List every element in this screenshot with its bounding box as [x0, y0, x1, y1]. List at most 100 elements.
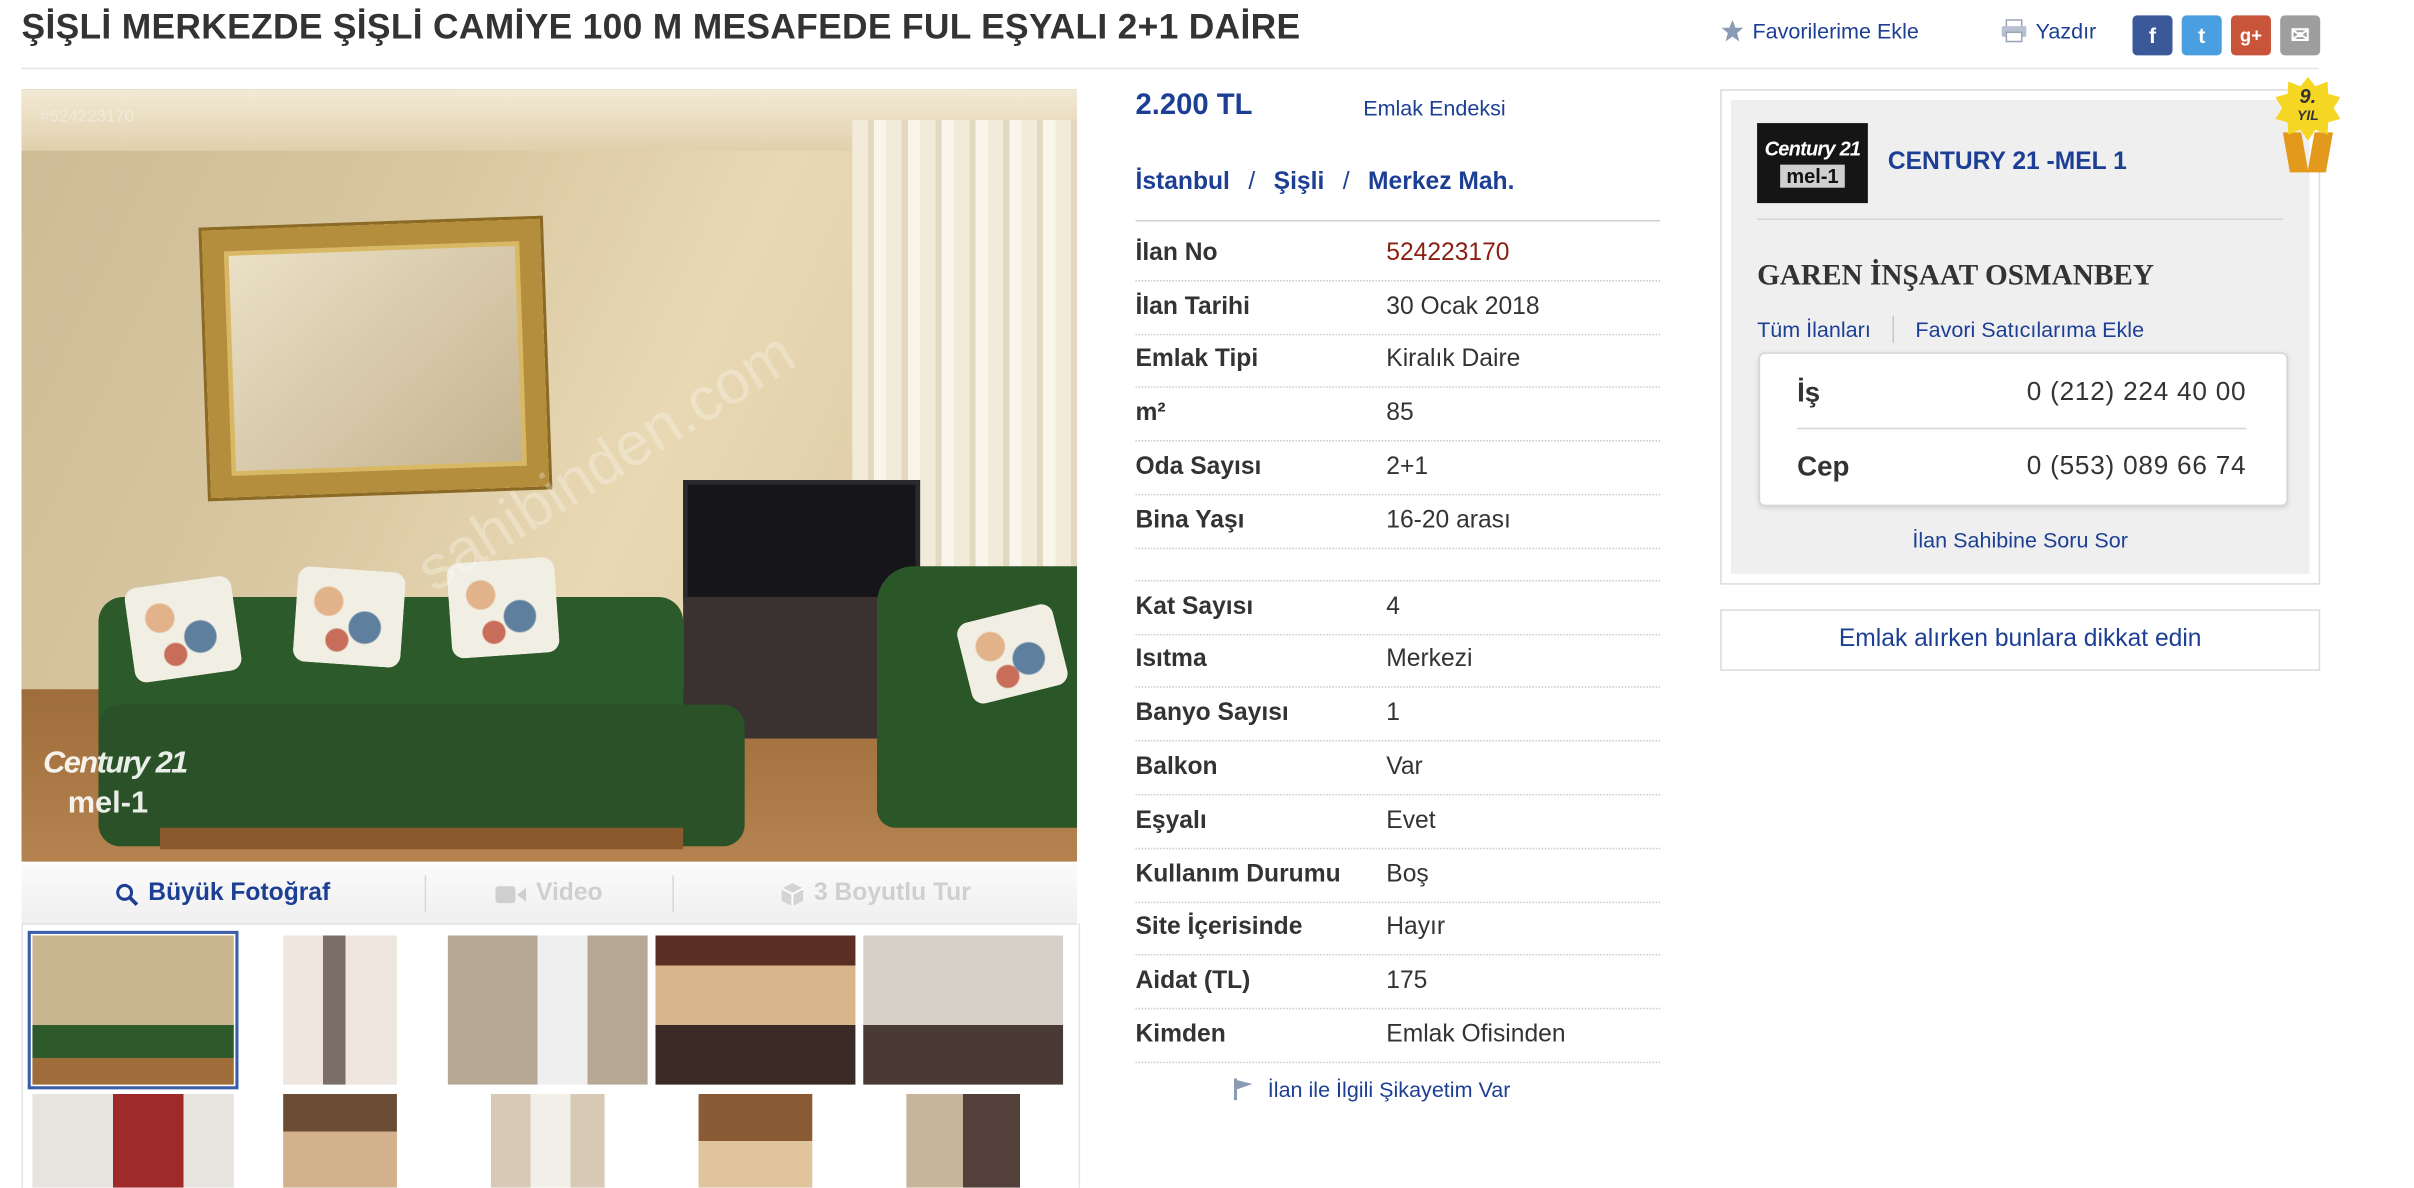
detail-value: Merkezi [1386, 646, 1473, 674]
century21-photo-logo: Century 21 mel-1 [43, 748, 188, 821]
printer-icon [2001, 19, 2027, 43]
detail-value: Hayır [1386, 914, 1446, 941]
detail-value: Var [1386, 754, 1423, 781]
facebook-share-button[interactable]: f [2132, 15, 2173, 56]
detail-row: Kimden Emlak Ofisinden [1135, 1010, 1661, 1064]
tab-large-photo-label: Büyük Fotoğraf [148, 880, 331, 907]
all-listings-link[interactable]: Tüm İlanları [1757, 317, 1871, 342]
thumbnail-image [32, 1093, 234, 1188]
breadcrumb-city[interactable]: İstanbul [1135, 169, 1229, 197]
tab-video-label: Video [535, 880, 603, 907]
photo-pillow [123, 574, 244, 685]
star-icon [1721, 20, 1744, 42]
email-icon: ✉ [2290, 23, 2310, 50]
detail-row-clipped [1135, 549, 1661, 582]
detail-key: Kat Sayısı [1135, 593, 1254, 620]
detail-row: Site İçerisinde Hayır [1135, 902, 1661, 957]
years-badge: 9. YIL [2274, 76, 2342, 173]
complaint-link[interactable]: İlan ile İlgili Şikayetim Var [1231, 1077, 1511, 1102]
title-divider [21, 67, 2319, 70]
detail-row: Aidat (TL) 175 [1135, 956, 1661, 1010]
listing-title: ŞİŞLİ MERKEZDE ŞİŞLİ CAMİYE 100 M MESAFE… [21, 6, 1301, 47]
detail-row: Balkon Var [1135, 742, 1661, 796]
video-camera-icon [495, 885, 527, 903]
search-icon [116, 883, 139, 906]
badge-label: YIL [2297, 107, 2319, 124]
photo-id-overlay: #524223170 [40, 107, 135, 127]
google-plus-share-button[interactable]: g+ [2230, 15, 2271, 56]
thumbnail[interactable] [447, 935, 648, 1085]
seller-company: GAREN İNŞAAT OSMANBEY [1757, 260, 2154, 293]
photo-mirror [201, 218, 550, 499]
price: 2.200 TL [1135, 89, 1253, 122]
photo-pillow [292, 565, 407, 669]
detail-row: İlan Tarihi 30 Ocak 2018 [1135, 281, 1661, 335]
print-label: Yazdır [2035, 18, 2097, 44]
thumbnail[interactable] [283, 935, 397, 1085]
seller-logo-brand: Century 21 [1764, 136, 1861, 161]
thumbnail[interactable] [863, 935, 1064, 1085]
thumbnail[interactable] [698, 1093, 813, 1188]
seller-link-divider [1892, 315, 1894, 344]
flag-icon [1233, 1078, 1253, 1101]
twitter-icon: t [2198, 23, 2206, 48]
photo-logo-office: mel-1 [67, 786, 149, 821]
detail-key: Aidat (TL) [1135, 968, 1251, 995]
thumbnail[interactable] [32, 1093, 234, 1188]
phone-label: İş [1797, 376, 1821, 407]
detail-key: m² [1135, 400, 1166, 427]
ask-seller-link[interactable]: İlan Sahibine Soru Sor [1731, 528, 2310, 553]
detail-value: Kiralık Daire [1386, 346, 1521, 374]
thumbnail-image [490, 1093, 605, 1188]
detail-row: Bina Yaşı 16-20 arası [1135, 495, 1661, 549]
detail-value: 524223170 [1386, 239, 1510, 267]
tab-large-photo[interactable]: Büyük Fotoğraf [22, 872, 425, 915]
phone-row-mobile: Cep 0 (553) 089 66 74 [1797, 431, 2246, 502]
detail-value: Evet [1386, 807, 1436, 834]
complaint-label: İlan ile İlgili Şikayetim Var [1267, 1077, 1511, 1102]
thumbnail[interactable] [283, 1093, 397, 1188]
seller-logo[interactable]: Century 21 mel-1 [1757, 123, 1868, 204]
thumbnail-image [283, 935, 397, 1085]
thumbnail[interactable] [906, 1093, 1021, 1188]
email-share-button[interactable]: ✉ [2280, 15, 2321, 56]
detail-key: İlan Tarihi [1135, 293, 1250, 320]
seller-store-name[interactable]: CENTURY 21 -MEL 1 [1888, 149, 2127, 177]
thumbnail-image [655, 935, 856, 1085]
tab-video: Video [426, 872, 672, 915]
listing-page: ŞİŞLİ MERKEZDE ŞİŞLİ CAMİYE 100 M MESAFE… [0, 0, 2414, 1188]
detail-row: Oda Sayısı 2+1 [1135, 442, 1661, 496]
add-favorite-link[interactable]: Favorilerime Ekle [1720, 18, 1919, 43]
thumbnail[interactable] [655, 935, 856, 1085]
breadcrumb-district[interactable]: Şişli [1274, 169, 1325, 197]
thumbnail[interactable] [490, 1093, 605, 1188]
favorite-seller-link[interactable]: Favori Satıcılarıma Ekle [1915, 317, 2144, 342]
detail-key: Site İçerisinde [1135, 914, 1303, 941]
cube-icon [781, 882, 804, 906]
media-tabs: Büyük Fotoğraf Video 3 Boyutlu Tur [21, 864, 1078, 925]
photo-sofa-seat [98, 704, 745, 847]
thumbnail-image [698, 1093, 813, 1188]
thumbnail[interactable] [27, 930, 239, 1090]
breadcrumb-separator: / [1342, 169, 1350, 196]
thumbnail-image [863, 935, 1064, 1085]
detail-row: Kullanım Durumu Boş [1135, 849, 1661, 903]
thumbnail-image [32, 935, 234, 1085]
breadcrumb: İstanbul / Şişli / Merkez Mah. [1135, 169, 1514, 197]
buying-advice-button[interactable]: Emlak alırken bunlara dikkat edin [1720, 609, 2321, 671]
detail-row: İlan No 524223170 [1135, 228, 1661, 282]
badge-years: 9. [2299, 84, 2317, 108]
location-divider [1135, 220, 1661, 222]
phone-number[interactable]: 0 (212) 224 40 00 [2027, 377, 2247, 408]
twitter-share-button[interactable]: t [2181, 15, 2222, 56]
main-photo[interactable]: #524223170 sahibinden.com Century 21 mel… [21, 89, 1078, 862]
print-link[interactable]: Yazdır [2000, 18, 2096, 43]
breadcrumb-neighborhood[interactable]: Merkez Mah. [1368, 169, 1514, 197]
emlak-endeksi-link[interactable]: Emlak Endeksi [1363, 95, 1505, 120]
detail-value: 175 [1386, 968, 1428, 995]
detail-row: Isıtma Merkezi [1135, 635, 1661, 689]
detail-row: Emlak Tipi Kiralık Daire [1135, 335, 1661, 389]
detail-key: Eşyalı [1135, 807, 1207, 834]
phone-number[interactable]: 0 (553) 089 66 74 [2027, 451, 2247, 482]
phone-row-work: İş 0 (212) 224 40 00 [1797, 357, 2246, 428]
